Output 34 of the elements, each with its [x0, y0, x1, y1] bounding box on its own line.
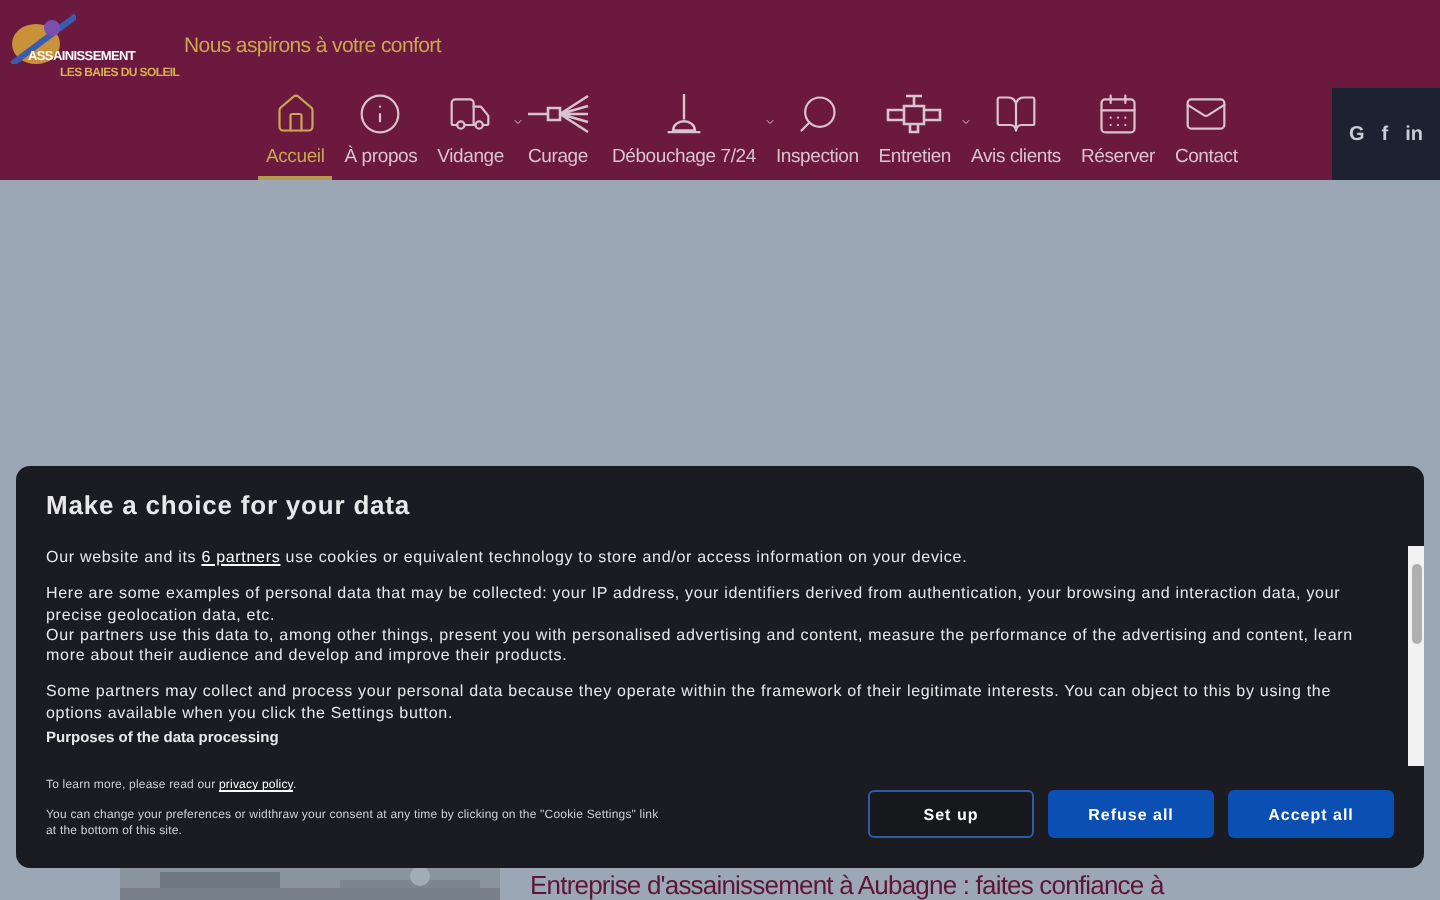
calendar-icon: [1095, 92, 1140, 136]
book-icon: [994, 92, 1038, 136]
mail-icon: [1184, 92, 1229, 136]
nav-link[interactable]: Réserver: [1072, 88, 1163, 180]
home-icon: [273, 92, 318, 136]
truck-icon: [448, 92, 493, 136]
dialog-title: Make a choice for your data: [46, 490, 413, 524]
consent-button[interactable]: Set up: [868, 790, 1034, 838]
consent-text: Some partners may collect and process your personal data because they operate within the framework of their legitimate interests. You can object to this by using the options available when you click the Settings button.: [46, 682, 1334, 725]
social-link[interactable]: f: [1381, 123, 1389, 145]
social-link[interactable]: in: [1405, 123, 1423, 145]
nav-link[interactable]: Entretien: [870, 88, 960, 180]
consent-text: Here are some examples of personal data that may be collected: your IP address, your identifiers derived from authentication, your browsing and interaction data, your precise geolocation data, etc. Our partners use this data to, among other things, present you with personalised advertising and content, measure the performance of the advertising and content, learn more about their audience and develop and improve their products.: [46, 584, 1355, 667]
scrollbar[interactable]: [1408, 546, 1424, 766]
nav-link[interactable]: Vidange: [429, 88, 512, 180]
pipe-valve-icon: [884, 92, 945, 136]
consent-button[interactable]: Refuse all: [1048, 790, 1214, 838]
partners-link[interactable]: 6 partners: [201, 548, 281, 566]
search-icon: [795, 92, 840, 136]
section-heading: Entreprise d'assainissement à Aubagne : faites confiance à: [530, 870, 1164, 900]
social-link[interactable]: G: [1348, 123, 1365, 145]
consent-button[interactable]: Accept all: [1228, 790, 1394, 838]
spray-nozzle-icon: [523, 92, 592, 136]
nav-link[interactable]: Inspection: [767, 88, 867, 180]
nav-link[interactable]: Contact: [1166, 88, 1246, 180]
nav-link[interactable]: Avis clients: [963, 88, 1069, 180]
consent-text: Our website and its 6 partners use cookies or equivalent technology to store and/or access information on your device.: [46, 548, 970, 569]
nav-link[interactable]: Débouchage 7/24: [603, 88, 764, 180]
tagline: Nous aspirons à votre confort: [184, 34, 444, 62]
nav-link[interactable]: À propos: [336, 88, 426, 180]
nav-link[interactable]: Accueil: [258, 88, 333, 180]
nav-link[interactable]: Curage: [515, 88, 600, 180]
plunger-icon: [663, 92, 704, 136]
info-icon: [358, 92, 403, 136]
